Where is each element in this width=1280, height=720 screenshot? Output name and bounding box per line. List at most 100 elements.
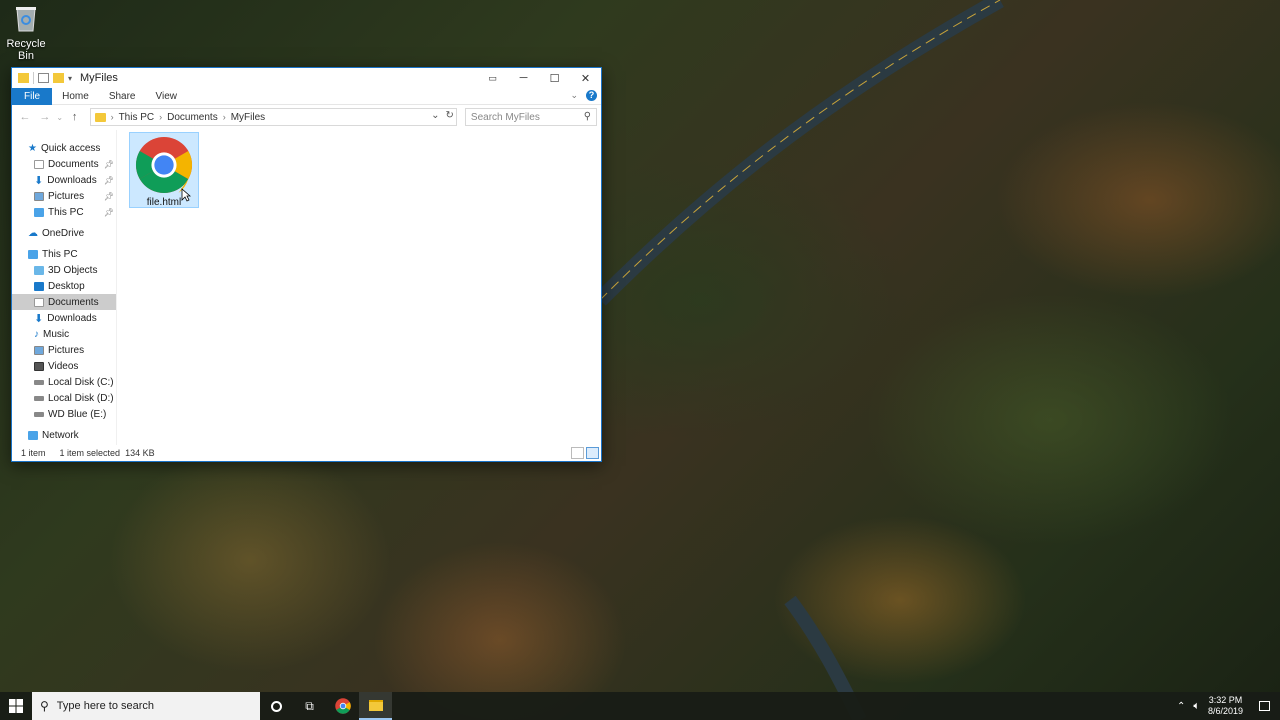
cube-icon — [34, 265, 44, 275]
ribbon-tabs: File Home Share View ⌄ ? — [12, 87, 601, 105]
sidebar-item-this-pc[interactable]: This PC — [12, 246, 116, 262]
breadcrumb-documents[interactable]: Documents — [167, 112, 218, 123]
title-bar: ▾ MyFiles ▭ ─ ☐ ✕ — [12, 68, 601, 88]
back-button[interactable]: ← — [16, 111, 34, 123]
search-input[interactable]: Search MyFiles ⚲ — [464, 108, 598, 126]
sidebar-item-wd-blue-e[interactable]: WD Blue (E:) — [12, 406, 116, 422]
chevron-down-icon[interactable]: ⌄ — [431, 110, 439, 121]
sidebar-item-label: This PC — [48, 206, 84, 218]
cortana-icon — [271, 700, 282, 712]
mouse-cursor-icon — [181, 188, 191, 202]
sidebar-item-label: Local Disk (C:) — [48, 376, 114, 388]
breadcrumb-myfiles[interactable]: MyFiles — [231, 112, 265, 123]
minimize-button[interactable]: ─ — [508, 68, 539, 88]
sidebar-item-downloads[interactable]: ⬇ Downloads 📌︎ — [12, 172, 116, 188]
sidebar-item-this-pc-quick[interactable]: This PC 📌︎ — [12, 204, 116, 220]
sidebar-item-label: Pictures — [48, 190, 85, 202]
chrome-taskbar-button[interactable] — [326, 692, 359, 720]
taskbar-search-input[interactable]: ⚲ Type here to search — [32, 692, 260, 720]
sidebar-item-downloads-pc[interactable]: ⬇ Downloads — [12, 310, 116, 326]
file-explorer-window: ▾ MyFiles ▭ ─ ☐ ✕ File Home Share View ⌄… — [11, 67, 602, 462]
windows-icon — [9, 699, 23, 713]
recycle-bin-label: Recycle Bin — [6, 38, 46, 62]
recycle-bin[interactable]: Recycle Bin — [2, 4, 50, 62]
sidebar-item-label: Documents — [48, 158, 99, 170]
pin-icon: 📌︎ — [103, 207, 114, 217]
item-count: 1 item — [21, 448, 46, 458]
sidebar-item-label: Desktop — [48, 280, 85, 292]
pictures-icon — [34, 345, 44, 355]
sidebar-item-label: Downloads — [47, 174, 97, 186]
sidebar-item-music[interactable]: ♪ Music — [12, 326, 116, 342]
new-folder-icon[interactable] — [53, 73, 64, 83]
cortana-button[interactable] — [260, 692, 293, 720]
sidebar-item-local-disk-c[interactable]: Local Disk (C:) — [12, 374, 116, 390]
star-icon: ★ — [28, 142, 37, 154]
refresh-icon[interactable]: ↻ — [446, 110, 454, 121]
address-bar[interactable]: › This PC › Documents › MyFiles ⌄ ↻ — [89, 108, 457, 126]
chrome-icon — [135, 136, 193, 194]
video-icon — [34, 361, 44, 371]
search-icon: ⚲ — [40, 699, 49, 713]
file-explorer-taskbar-button[interactable] — [359, 692, 392, 720]
taskbar: ⚲ Type here to search ⧉ ⌃ 🔈︎ 3:32 PM 8/6… — [0, 692, 1280, 720]
help-icon[interactable]: ? — [586, 90, 597, 101]
sidebar-item-network[interactable]: Network — [12, 427, 116, 443]
folder-icon — [94, 112, 106, 122]
close-button[interactable]: ✕ — [570, 68, 601, 88]
sidebar-item-3d-objects[interactable]: 3D Objects — [12, 262, 116, 278]
tab-file[interactable]: File — [12, 87, 53, 105]
breadcrumb-this-pc[interactable]: This PC — [119, 112, 155, 123]
sidebar-item-label: Downloads — [47, 312, 97, 324]
clock[interactable]: 3:32 PM 8/6/2019 — [1208, 695, 1243, 717]
forward-button[interactable]: → — [36, 111, 54, 123]
volume-icon[interactable]: 🔈︎ — [1193, 700, 1200, 713]
start-button[interactable] — [0, 692, 32, 720]
sidebar-item-documents[interactable]: Documents 📌︎ — [12, 156, 116, 172]
sidebar-item-label: Quick access — [40, 142, 101, 154]
notifications-icon[interactable] — [1259, 701, 1270, 711]
sidebar-item-label: Network — [42, 429, 79, 441]
main-content: ★ Quick access Documents 📌︎ ⬇ Downloads … — [12, 130, 601, 445]
sidebar-item-label: This PC — [42, 248, 78, 260]
task-view-icon: ⧉ — [305, 698, 314, 713]
tab-view[interactable]: View — [146, 88, 188, 105]
sidebar-item-onedrive[interactable]: ☁ OneDrive — [12, 225, 116, 241]
sidebar-item-label: Videos — [48, 360, 79, 372]
up-button[interactable]: ↑ — [66, 111, 84, 123]
documents-icon — [34, 297, 44, 307]
chevron-right-icon: › — [159, 112, 163, 122]
tab-home[interactable]: Home — [52, 88, 99, 105]
tab-share[interactable]: Share — [99, 88, 146, 105]
properties-icon[interactable] — [38, 73, 49, 83]
maximize-button[interactable]: ☐ — [539, 68, 570, 88]
sidebar-item-pictures-pc[interactable]: Pictures — [12, 342, 116, 358]
recent-locations-icon[interactable]: ⌄ — [56, 113, 64, 122]
selected-size: 134 KB — [125, 448, 155, 458]
chevron-up-icon[interactable]: ⌃ — [1177, 701, 1185, 712]
expand-ribbon-icon[interactable]: ⌄ — [570, 90, 578, 101]
customize-toolbar-icon[interactable]: ▾ — [68, 74, 72, 83]
sidebar-item-pictures[interactable]: Pictures 📌︎ — [12, 188, 116, 204]
sidebar-item-label: Local Disk (D:) — [48, 392, 114, 404]
sidebar-item-desktop[interactable]: Desktop — [12, 278, 116, 294]
search-placeholder: Search MyFiles — [470, 111, 540, 123]
details-view-button[interactable] — [571, 447, 584, 459]
sidebar-item-local-disk-d[interactable]: Local Disk (D:) — [12, 390, 116, 406]
folder-icon — [18, 73, 29, 83]
clock-time: 3:32 PM — [1208, 695, 1243, 705]
sidebar-item-documents-pc[interactable]: Documents — [12, 294, 116, 310]
desktop-icon — [34, 281, 44, 291]
folder-icon — [368, 699, 383, 711]
sidebar-item-videos[interactable]: Videos — [12, 358, 116, 374]
pin-icon: 📌︎ — [103, 175, 114, 185]
download-icon: ⬇ — [34, 174, 44, 187]
pin-icon[interactable]: ▭ — [477, 68, 508, 88]
search-icon: ⚲ — [583, 111, 592, 122]
window-title: MyFiles — [80, 72, 118, 84]
sidebar-item-quick-access[interactable]: ★ Quick access — [12, 140, 116, 156]
music-icon: ♪ — [34, 328, 39, 340]
task-view-button[interactable]: ⧉ — [293, 692, 326, 720]
large-icons-view-button[interactable] — [586, 447, 599, 459]
file-list: file.html — [117, 130, 601, 445]
